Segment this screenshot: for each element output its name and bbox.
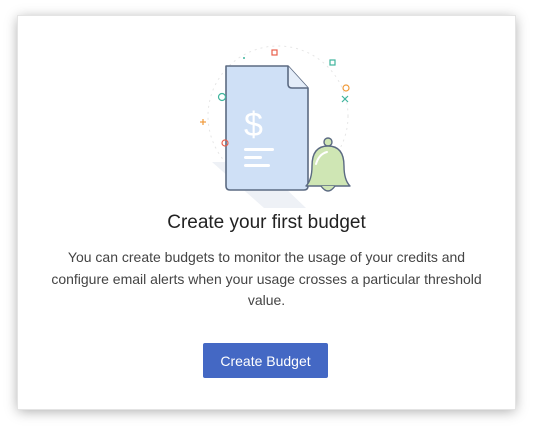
- deco-square-red: [271, 49, 278, 56]
- deco-plus-orange: [200, 119, 206, 125]
- svg-text:$: $: [244, 106, 263, 144]
- deco-circle-orange: [342, 84, 350, 92]
- deco-cross-teal: [341, 95, 349, 103]
- document-dollar-icon: $: [225, 65, 309, 191]
- deco-square-teal: [329, 59, 336, 66]
- empty-state-title: Create your first budget: [167, 212, 366, 233]
- bell-icon: [305, 137, 351, 192]
- empty-state-card: $ Create your first budget You can creat…: [18, 16, 515, 409]
- deco-dot-teal: [243, 57, 245, 59]
- empty-state-description: You can create budgets to monitor the us…: [51, 249, 482, 308]
- budget-illustration: $: [200, 45, 351, 208]
- deco-circle-teal: [217, 92, 227, 102]
- create-budget-button[interactable]: Create Budget: [203, 343, 328, 378]
